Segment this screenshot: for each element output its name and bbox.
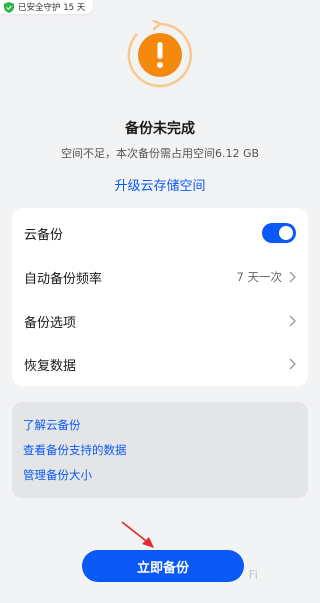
- cloud-backup-label: 云备份: [24, 227, 64, 243]
- learn-cloud-backup-link[interactable]: 了解云备份: [23, 417, 81, 433]
- restore-data-label: 恢复数据: [24, 358, 77, 374]
- pointer-arrow-icon: [121, 521, 154, 548]
- watermark: Fi: [248, 568, 258, 582]
- backup-options-label: 备份选项: [24, 315, 77, 331]
- chevron-right-icon: [289, 271, 296, 283]
- backup-settings-card: 云备份 自动备份频率 7 天一次 备份选项 恢复数据: [12, 208, 308, 386]
- backup-status-hero: [0, 20, 320, 100]
- safe-guard-badge: 已安全守护 15 天: [0, 0, 94, 14]
- toggle-knob: [279, 226, 293, 240]
- safe-guard-text: 已安全守护 15 天: [18, 3, 86, 13]
- chevron-right-icon: [289, 315, 296, 327]
- storage-warning-text: 空间不足，本次备份需占用空间6.12 GB: [60, 147, 260, 160]
- backup-options-row[interactable]: 备份选项: [12, 299, 308, 343]
- backup-now-button[interactable]: 立即备份: [82, 550, 244, 582]
- cloud-backup-row[interactable]: 云备份: [12, 211, 308, 255]
- supported-data-link[interactable]: 查看备份支持的数据: [23, 442, 127, 458]
- manage-backup-size-link[interactable]: 管理备份大小: [23, 467, 92, 483]
- shield-check-icon: [4, 1, 14, 13]
- help-links-panel: 了解云备份 查看备份支持的数据 管理备份大小: [12, 402, 308, 498]
- chevron-right-icon: [289, 358, 296, 370]
- cloud-backup-toggle[interactable]: [262, 223, 296, 243]
- auto-backup-frequency-value: 7 天一次: [236, 270, 282, 284]
- upgrade-storage-link[interactable]: 升级云存储空间: [0, 175, 320, 194]
- exclamation-circle-icon: [127, 20, 193, 88]
- page-title: 备份未完成: [125, 121, 195, 137]
- auto-backup-frequency-label: 自动备份频率: [24, 271, 103, 287]
- restore-data-row[interactable]: 恢复数据: [12, 342, 308, 386]
- auto-backup-frequency-row[interactable]: 自动备份频率 7 天一次: [12, 255, 308, 299]
